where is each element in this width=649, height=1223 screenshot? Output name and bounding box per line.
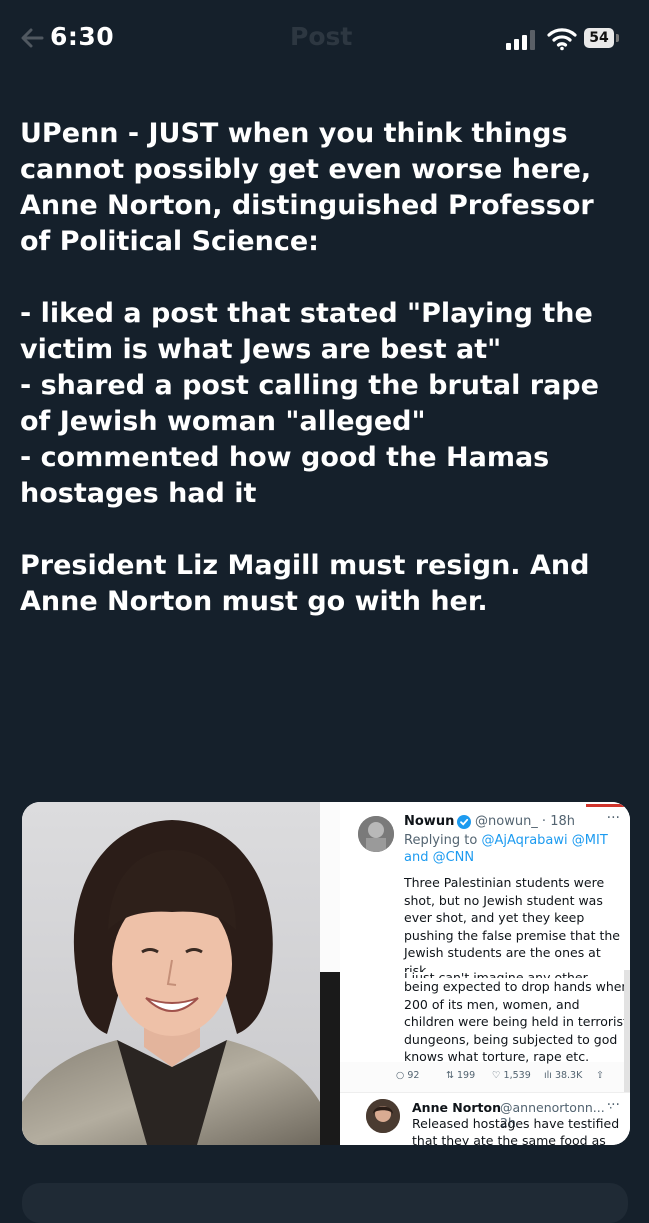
like-count: ♡ 1,539	[492, 1070, 531, 1081]
share-icon: ⇧	[596, 1070, 604, 1081]
reply-count-value: 92	[407, 1070, 420, 1081]
view-count: ılı 38.3K	[544, 1070, 583, 1081]
tweet-author-name: Anne Norton	[412, 1100, 501, 1115]
tweet-anne-norton: Anne Norton @annenortonn... · 2h ··· Rel…	[340, 1092, 630, 1145]
like-count-value: 1,539	[503, 1070, 531, 1081]
red-underline	[586, 804, 630, 807]
crop-gap	[320, 972, 340, 1145]
tweet-author-name: Nowun	[404, 814, 455, 829]
replying-prefix: Replying to	[404, 833, 482, 848]
repost-count: ⇅ 199	[446, 1070, 476, 1081]
status-bar: 6:30 Post 54	[0, 0, 649, 80]
avatar-graphic	[366, 1099, 400, 1133]
battery-icon: 54	[584, 28, 621, 48]
tweet-nowun: Nowun @nowun_ · 18h ··· Replying to @AjA…	[340, 802, 630, 978]
back-arrow-icon[interactable]	[18, 24, 46, 52]
header-title: Post	[290, 22, 353, 51]
portrait-photo	[22, 802, 320, 1145]
next-post-card[interactable]	[22, 1183, 628, 1223]
post-image[interactable]: Nowun @nowun_ · 18h ··· Replying to @AjA…	[22, 802, 630, 1145]
tweet-continued: I just can't imagine any other country b…	[340, 972, 630, 1064]
tweet-author-handle: @nowun_ · 18h	[475, 814, 575, 829]
battery-level: 54	[584, 28, 614, 48]
avatar-graphic	[358, 816, 394, 852]
wifi-icon	[547, 28, 577, 51]
verified-badge-icon	[457, 815, 471, 829]
tweet-screenshot: Nowun @nowun_ · 18h ··· Replying to @AjA…	[320, 802, 630, 1145]
clock-time: 6:30	[50, 22, 115, 51]
post-text: UPenn - JUST when you think things canno…	[20, 118, 599, 617]
replying-to: Replying to @AjAqrabawi @MIT and @CNN	[404, 832, 626, 866]
tweet-body: being expected to drop hands when 200 of…	[404, 979, 630, 1064]
avatar	[358, 816, 394, 852]
tweet-body: Three Palestinian students were shot, bu…	[404, 875, 620, 978]
tweet-actions: ○ 92 ⇅ 199 ♡ 1,539 ılı 38.3K ⇧	[340, 1064, 630, 1090]
repost-count-value: 199	[456, 1070, 476, 1081]
avatar	[366, 1099, 400, 1133]
more-options-icon: ···	[606, 810, 620, 826]
portrait-illustration	[22, 802, 320, 1145]
more-options-icon: ···	[606, 1097, 620, 1113]
battery-nub	[616, 34, 619, 42]
cellular-signal-icon	[506, 30, 535, 50]
view-count-value: 38.3K	[554, 1070, 583, 1081]
scroll-edge	[624, 970, 630, 1105]
tweet-body: Released hostages have testified that th…	[412, 1116, 620, 1145]
reply-count: ○ 92	[396, 1070, 420, 1081]
